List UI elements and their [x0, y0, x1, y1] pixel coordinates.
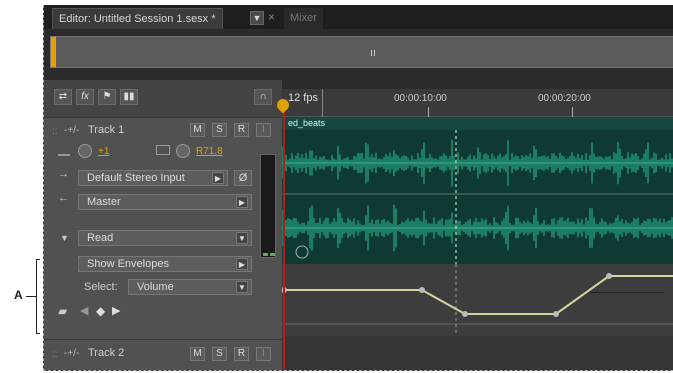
- next-keyframe-icon[interactable]: ▶: [112, 304, 120, 317]
- track-1-mute-button[interactable]: M: [190, 123, 205, 137]
- track-2-mute-button[interactable]: M: [190, 347, 205, 361]
- track-1-monitor-button[interactable]: I: [256, 123, 271, 137]
- track-controls-panel: ⇄ fx ⚑ ▮▮ ∩ :: -+/- Track 1 M S R I +1 R…: [44, 80, 282, 370]
- volume-envelope: [284, 275, 673, 315]
- clip-name: ed_beats: [288, 118, 326, 128]
- track-1-clip[interactable]: ed_beats: [282, 117, 673, 264]
- track-1-drag-grip-icon[interactable]: ::: [52, 126, 58, 137]
- track-1-solo-button[interactable]: S: [212, 123, 227, 137]
- track-1-waveform-icon: -+/-: [64, 125, 80, 136]
- ruler-tick: [428, 107, 429, 117]
- envelope-keyframe: [606, 273, 612, 279]
- pan-knob[interactable]: [176, 144, 190, 158]
- phase-invert-button[interactable]: Ø: [234, 170, 252, 186]
- automation-mode-value: Read: [87, 232, 114, 244]
- tab-mixer[interactable]: Mixer: [284, 8, 323, 29]
- automation-mode-chevron-down-icon[interactable]: ▼: [236, 232, 248, 244]
- envelope-keyframe: [553, 311, 559, 317]
- track-1-record-button[interactable]: R: [234, 123, 249, 137]
- track-2-waveform-icon: -+/-: [64, 348, 80, 359]
- show-envelopes-label: Show Envelopes: [87, 258, 169, 270]
- ruler-time-label: 00:00:20:00: [538, 93, 591, 104]
- playhead-line[interactable]: [283, 105, 285, 370]
- output-menu-arrow-icon[interactable]: ▶: [236, 196, 248, 208]
- eq-icon[interactable]: ▮▮: [120, 89, 138, 105]
- track-1-level-meter: [260, 154, 276, 258]
- output-arrow-icon: ←: [58, 192, 69, 204]
- track-2-drag-grip-icon[interactable]: ::: [52, 349, 58, 360]
- clear-keyframes-eraser-icon[interactable]: ▰: [58, 304, 67, 318]
- envelope-parameter-chevron-down-icon[interactable]: ▼: [236, 281, 248, 293]
- tab-close-icon[interactable]: ×: [268, 10, 275, 24]
- waveform-svg: [282, 130, 673, 264]
- envelope-keyframe: [462, 311, 468, 317]
- track-input-select[interactable]: Default Stereo Input: [78, 170, 228, 186]
- track-output-select[interactable]: Master: [78, 194, 252, 210]
- track-2-record-button[interactable]: R: [234, 347, 249, 361]
- pan-icon: [156, 145, 170, 155]
- track-output-value: Master: [87, 196, 121, 208]
- ruler-tick: [322, 89, 323, 117]
- track-2-lane[interactable]: [282, 336, 673, 370]
- track-1-header: :: -+/- Track 1 M S R I +1 R71.8 → Defau…: [44, 117, 282, 339]
- track-2-solo-button[interactable]: S: [212, 347, 227, 361]
- volume-knob[interactable]: [78, 144, 92, 158]
- timeline-ruler[interactable]: 12 fps 00:00:10:00 00:00:20:00: [282, 89, 673, 117]
- envelope-parameter-value: Volume: [137, 281, 174, 293]
- input-arrow-icon: →: [58, 168, 69, 180]
- add-keyframe-icon[interactable]: ◆: [96, 304, 105, 318]
- previous-keyframe-icon[interactable]: ◀: [80, 304, 88, 317]
- automation-collapse-triangle-icon[interactable]: ▼: [60, 233, 69, 243]
- volume-icon: [58, 148, 70, 156]
- volume-value[interactable]: +1: [98, 146, 109, 157]
- ruler-time-label: 00:00:10:00: [394, 93, 447, 104]
- overview-zoom-handle[interactable]: [51, 37, 56, 67]
- show-envelopes-arrow-icon[interactable]: ▶: [236, 258, 248, 270]
- frame-rate-label: 12 fps: [288, 92, 318, 104]
- tab-menu-chevron-down-icon[interactable]: ▼: [250, 11, 264, 25]
- meter-right-fill: [270, 253, 275, 256]
- clip-title-bar[interactable]: ed_beats: [282, 117, 673, 130]
- track-1-name[interactable]: Track 1: [88, 124, 124, 136]
- track-input-value: Default Stereo Input: [87, 172, 185, 184]
- effects-icon[interactable]: fx: [76, 89, 94, 105]
- clip-fx-icon: [295, 245, 309, 259]
- session-overview-bar[interactable]: [50, 36, 673, 68]
- callout-b-line: [590, 292, 664, 293]
- tab-editor[interactable]: Editor: Untitled Session 1.sesx *: [52, 8, 223, 29]
- audition-window: Editor: Untitled Session 1.sesx * ▼ × Mi…: [43, 5, 673, 371]
- tab-mixer-label: Mixer: [290, 12, 317, 24]
- callout-a-line: [26, 296, 36, 297]
- panel-tab-bar: Editor: Untitled Session 1.sesx * ▼ × Mi…: [44, 5, 673, 29]
- automation-mode-select[interactable]: Read: [78, 230, 252, 246]
- track-2-monitor-button[interactable]: I: [256, 347, 271, 361]
- envelope-svg: [282, 264, 673, 336]
- track-2-name[interactable]: Track 2: [88, 347, 124, 359]
- meter-left-fill: [263, 253, 268, 256]
- track-2-header: :: -+/- Track 2 M S R I: [44, 339, 282, 370]
- callout-a-bracket: [36, 259, 40, 334]
- envelope-parameter-select[interactable]: Volume: [128, 279, 252, 295]
- select-label: Select:: [84, 281, 118, 293]
- overview-grip-icon: [371, 50, 375, 56]
- ruler-tick: [572, 107, 573, 117]
- tab-editor-label: Editor: Untitled Session 1.sesx *: [59, 13, 216, 25]
- envelope-keyframe: [419, 287, 425, 293]
- sends-icon[interactable]: ⚑: [98, 89, 116, 105]
- show-envelopes-menu[interactable]: Show Envelopes: [78, 256, 252, 272]
- callout-a-label: A: [14, 288, 23, 302]
- snap-magnet-icon[interactable]: ∩: [254, 89, 272, 105]
- automation-lane[interactable]: [282, 264, 673, 336]
- inputs-outputs-icon[interactable]: ⇄: [54, 89, 72, 105]
- pan-value[interactable]: R71.8: [196, 146, 223, 157]
- input-menu-arrow-icon[interactable]: ▶: [212, 172, 224, 184]
